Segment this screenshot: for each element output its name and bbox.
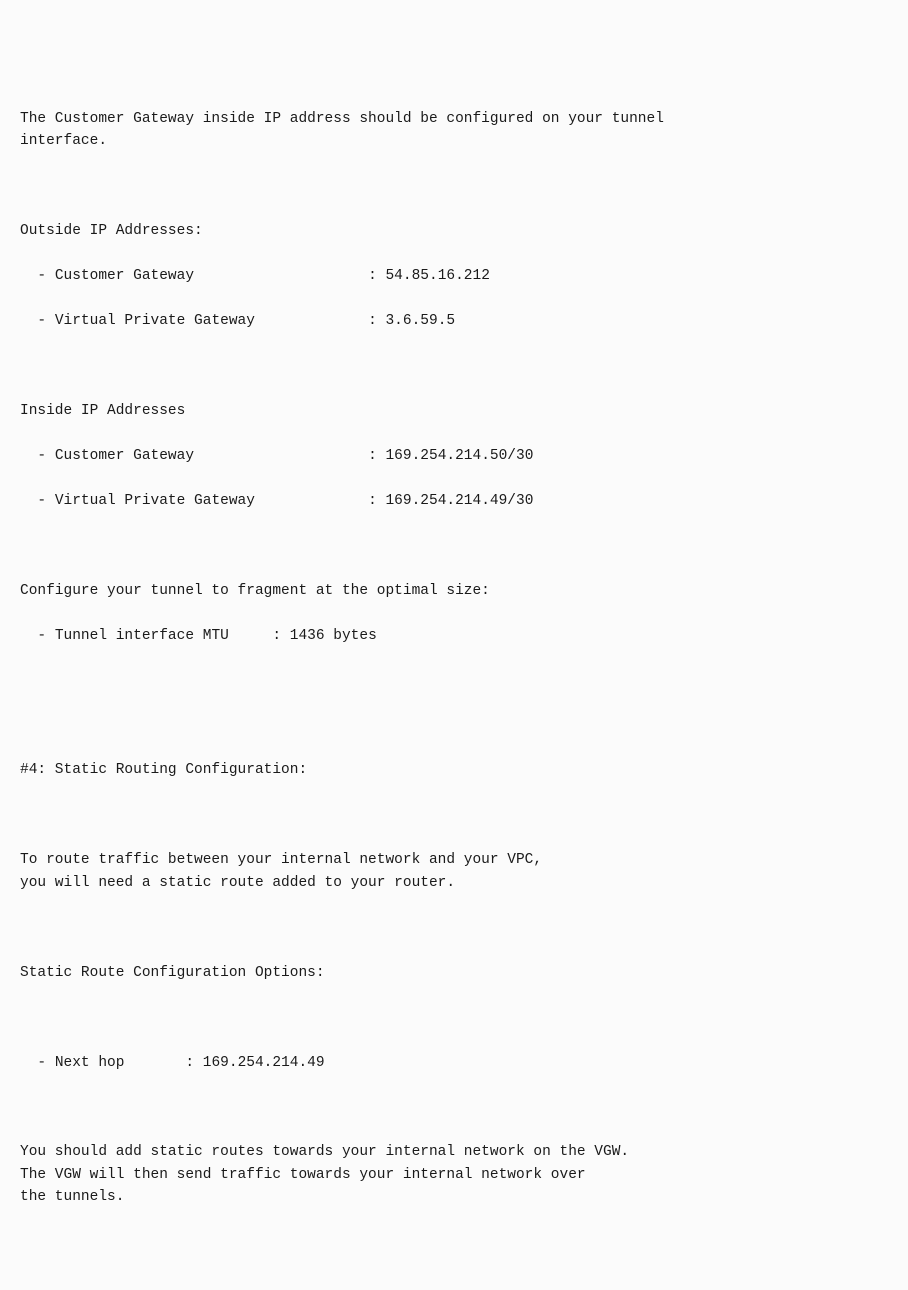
outside-item-0-label: Customer Gateway	[55, 268, 194, 284]
mtu-value: 1436 bytes	[290, 628, 377, 644]
inside-item-1: - Virtual Private Gateway : 169.254.214.…	[20, 490, 888, 512]
kv-pad: :	[194, 268, 385, 284]
outside-item-1: - Virtual Private Gateway : 3.6.59.5	[20, 310, 888, 332]
inside-heading: Inside IP Addresses	[20, 400, 888, 422]
routing-options-heading: Static Route Configuration Options:	[20, 962, 888, 984]
outside-heading: Outside IP Addresses:	[20, 220, 888, 242]
kv-pad: :	[229, 628, 290, 644]
inside-item-1-value: 169.254.214.49/30	[385, 493, 533, 509]
next-hop-line: - Next hop : 169.254.214.49	[20, 1052, 888, 1074]
next-hop-label: Next hop	[55, 1055, 125, 1071]
outside-item-1-value: 3.6.59.5	[385, 313, 455, 329]
kv-pad: :	[194, 448, 385, 464]
mtu-line: - Tunnel interface MTU : 1436 bytes	[20, 625, 888, 647]
routing-para2: You should add static routes towards you…	[20, 1141, 888, 1208]
inside-item-1-label: Virtual Private Gateway	[55, 493, 255, 509]
inside-item-0-value: 169.254.214.50/30	[385, 448, 533, 464]
fragment-text: Configure your tunnel to fragment at the…	[20, 580, 888, 602]
vpn-config-document: The Customer Gateway inside IP address s…	[20, 108, 888, 1231]
intro-text: The Customer Gateway inside IP address s…	[20, 108, 888, 153]
routing-heading: #4: Static Routing Configuration:	[20, 759, 888, 781]
inside-item-0-label: Customer Gateway	[55, 448, 194, 464]
kv-pad: :	[124, 1055, 202, 1071]
kv-pad: :	[255, 493, 386, 509]
outside-item-0-value: 54.85.16.212	[385, 268, 489, 284]
kv-pad: :	[255, 313, 386, 329]
outside-item-1-label: Virtual Private Gateway	[55, 313, 255, 329]
inside-item-0: - Customer Gateway : 169.254.214.50/30	[20, 445, 888, 467]
next-hop-value: 169.254.214.49	[203, 1055, 325, 1071]
outside-item-0: - Customer Gateway : 54.85.16.212	[20, 265, 888, 287]
routing-para1: To route traffic between your internal n…	[20, 849, 888, 894]
mtu-label: Tunnel interface MTU	[55, 628, 229, 644]
